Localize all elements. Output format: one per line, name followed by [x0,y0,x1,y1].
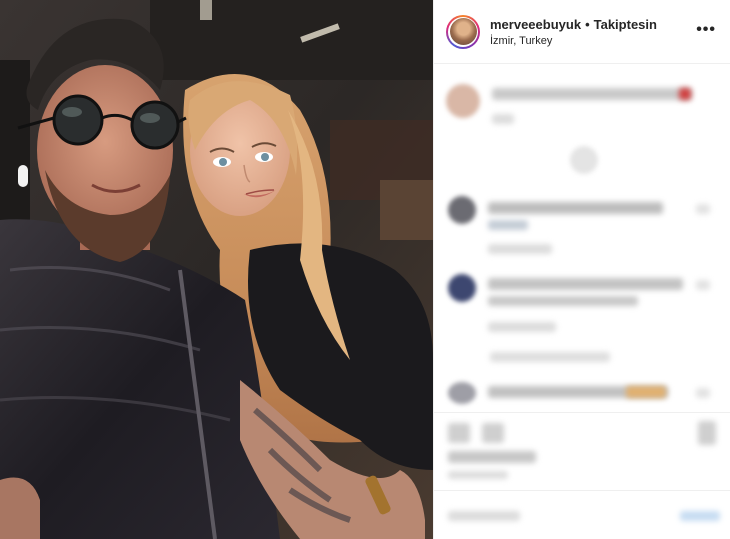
blurred-like-icon[interactable] [696,280,710,290]
post-side-panel: merveeebuyuk • Takiptesin İzmir, Turkey … [433,0,730,539]
blurred-comment-text [492,88,692,100]
blurred-comment-meta [488,244,552,254]
comment-input[interactable] [448,511,520,521]
post-actions [434,412,730,490]
avatar-frame [448,16,478,47]
likes-count[interactable] [448,451,536,463]
blurred-comment-text [488,202,663,214]
post-header: merveeebuyuk • Takiptesin İzmir, Turkey … [434,0,730,64]
blurred-like-icon[interactable] [696,388,710,398]
more-options-icon[interactable]: ••• [696,22,716,38]
avatar[interactable] [449,18,477,45]
commenter-avatar[interactable] [448,382,476,404]
following-status-button[interactable]: Takiptesin [594,17,657,32]
post-comment-button[interactable] [680,511,720,521]
story-ring[interactable] [446,14,480,49]
add-comment-bar[interactable] [434,490,730,539]
username-link[interactable]: merveeebuyuk [490,17,581,32]
separator-dot: • [585,16,590,32]
blurred-comment-meta [488,322,556,332]
commenter-avatar[interactable] [446,84,480,118]
save-icon[interactable] [698,421,716,445]
like-icon[interactable] [448,423,470,443]
blurred-comment-text [488,278,683,290]
blurred-view-replies[interactable] [490,352,610,362]
blurred-icon [570,146,598,174]
post-image [0,0,433,539]
blurred-like-icon[interactable] [696,204,710,214]
blurred-emoji [626,386,666,398]
blurred-emoji [679,88,691,100]
commenter-avatar[interactable] [448,274,476,302]
comment-icon[interactable] [482,423,504,443]
comments-list [434,64,730,412]
location-link[interactable]: İzmir, Turkey [490,35,657,47]
post-photo[interactable] [0,0,433,539]
blurred-comment-text [488,296,638,306]
header-text: merveeebuyuk • Takiptesin İzmir, Turkey [490,17,657,47]
blurred-comment-text [488,220,528,230]
name-row: merveeebuyuk • Takiptesin [490,17,657,32]
blurred-comment-meta [492,114,514,124]
commenter-avatar[interactable] [448,196,476,224]
post-timestamp [448,471,508,479]
